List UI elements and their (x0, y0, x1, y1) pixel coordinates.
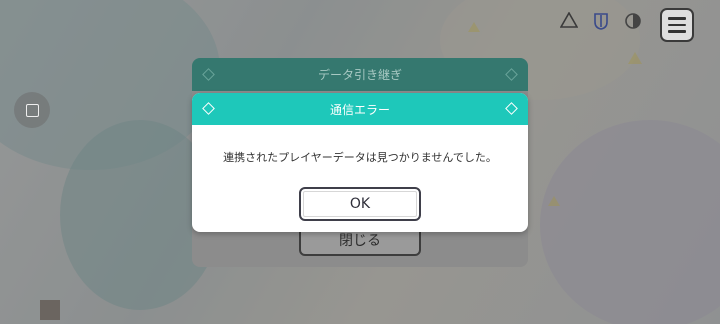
diamond-icon (505, 67, 518, 81)
data-transfer-header: データ引き継ぎ (192, 58, 528, 91)
menu-icon-bar (668, 17, 686, 20)
ok-button[interactable]: OK (299, 187, 421, 221)
diamond-icon (202, 67, 215, 81)
footer-left-logos (40, 300, 60, 320)
rating-badge-icon (40, 300, 60, 320)
top-bar (558, 8, 694, 42)
data-transfer-title: データ引き継ぎ (317, 68, 402, 82)
error-dialog-title: 通信エラー (329, 102, 390, 117)
triangle-logo-icon (558, 12, 580, 38)
error-dialog: 通信エラー 連携されたプレイヤーデータは見つかりませんでした。 OK (192, 93, 528, 232)
side-toggle-button[interactable] (14, 92, 50, 128)
checkbox-icon (25, 103, 39, 117)
error-message: 連携されたプレイヤーデータは見つかりませんでした。 (223, 151, 497, 164)
error-dialog-header: 通信エラー (192, 93, 528, 125)
diamond-icon (202, 102, 215, 115)
circle-logo-icon (622, 12, 644, 38)
diamond-icon (505, 102, 518, 115)
menu-icon-bar (668, 30, 686, 33)
menu-icon-bar (668, 23, 686, 27)
menu-button[interactable] (660, 8, 694, 42)
shield-logo-icon (590, 12, 612, 38)
